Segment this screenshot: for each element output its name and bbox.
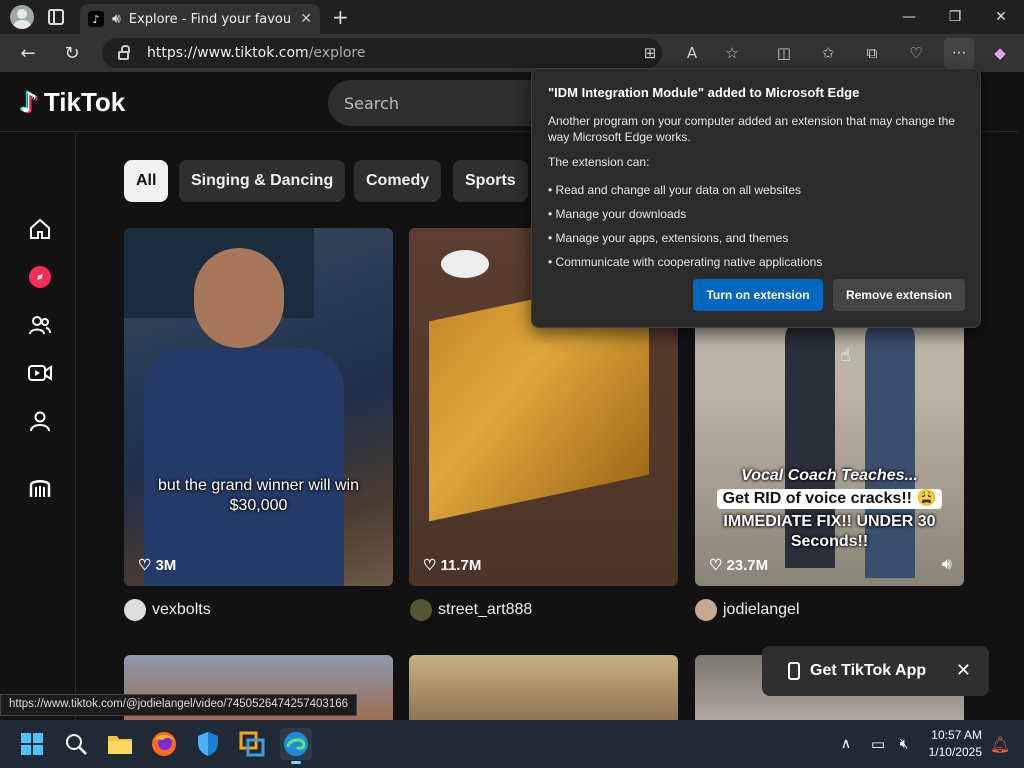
popup-description: Another program on your computer added a… <box>548 114 955 144</box>
restore-icon[interactable]: ❐ <box>932 0 978 34</box>
list-item: • Manage your apps, extensions, and them… <box>548 231 789 245</box>
file-explorer-icon[interactable] <box>104 728 136 760</box>
tab-actions-icon[interactable] <box>48 9 64 25</box>
refresh-icon[interactable]: ↻ <box>56 37 88 69</box>
read-aloud-icon[interactable]: A <box>682 43 702 63</box>
url-text[interactable]: https://www.tiktok.com/explore <box>147 45 365 61</box>
chip-sports[interactable]: Sports <box>453 160 528 202</box>
more-building-icon[interactable] <box>26 473 54 501</box>
following-icon[interactable] <box>26 311 54 339</box>
video-caption: Vocal Coach Teaches... Get RID of voice … <box>695 466 964 552</box>
collections-icon[interactable]: ⧉ <box>862 43 882 63</box>
tiktok-logo[interactable]: ♪ TikTok <box>20 86 125 119</box>
lock-icon[interactable] <box>118 44 130 60</box>
video-author[interactable]: vexbolts <box>124 599 211 621</box>
speaker-icon[interactable]: 🔊︎ <box>112 11 121 27</box>
favorites-icon[interactable]: ✩ <box>818 43 838 63</box>
video-card[interactable]: but the grand winner will win $30,000 ♡ 3… <box>124 228 393 586</box>
settings-more-icon[interactable]: ··· <box>944 38 974 68</box>
active-app-indicator <box>291 761 301 764</box>
clock-date: 1/10/2025 <box>928 745 982 759</box>
browser-essentials-icon[interactable]: ♡ <box>906 43 926 63</box>
tab-title: Explore - Find your favourite <box>128 11 292 27</box>
tab-explore[interactable]: ♪ 🔊︎ Explore - Find your favourite ✕ <box>80 4 320 34</box>
list-item: • Manage your downloads <box>548 207 687 221</box>
video-person-face <box>194 248 284 348</box>
edge-icon[interactable] <box>280 728 312 764</box>
chip-all[interactable]: All <box>124 160 169 202</box>
copilot-icon[interactable]: ◆ <box>990 43 1010 63</box>
status-url-bar: https://www.tiktok.com/@jodielangel/vide… <box>0 694 358 716</box>
turn-on-extension-button[interactable]: Turn on extension <box>693 279 823 311</box>
address-bar[interactable]: https://www.tiktok.com/explore <box>102 38 662 68</box>
vmware-icon[interactable] <box>236 728 268 760</box>
view-count: ♡ 11.7M <box>423 556 482 575</box>
chevron-up-icon[interactable]: ∧ <box>830 728 862 760</box>
logo-text: TikTok <box>43 87 126 117</box>
search-placeholder: Search <box>344 93 399 113</box>
view-count: ♡ 23.7M <box>709 556 769 575</box>
list-item: • Communicate with cooperating native ap… <box>548 255 823 269</box>
firefox-icon[interactable] <box>148 728 180 760</box>
clock-time: 10:57 AM <box>931 728 982 742</box>
windows-taskbar: ∧ ▭ 🔇︎ 10:57 AM 1/10/2025 🔔︎ <box>0 720 1024 768</box>
app-available-icon[interactable]: ⊞ <box>640 43 660 63</box>
volume-muted-icon[interactable]: 🔇︎ <box>888 728 920 760</box>
close-window-icon[interactable]: ✕ <box>978 0 1024 34</box>
tiktok-sidebar <box>0 133 76 720</box>
popup-subheading: The extension can: <box>548 155 650 169</box>
heart-icon: ♡ <box>709 557 723 574</box>
video-plate <box>441 250 489 278</box>
popup-title: "IDM Integration Module" added to Micros… <box>548 85 860 100</box>
hand-cursor-icon: ☝ <box>840 345 851 366</box>
video-author[interactable]: jodielangel <box>695 599 800 621</box>
phone-icon <box>788 662 800 680</box>
get-tiktok-app-banner[interactable]: Get TikTok App ✕ <box>762 646 989 696</box>
favorite-star-icon[interactable]: ☆ <box>722 43 742 63</box>
video-author[interactable]: street_art888 <box>410 599 532 621</box>
permissions-list: • Read and change all your data on all w… <box>548 178 964 274</box>
video-caption: but the grand winner will win $30,000 <box>158 477 359 514</box>
list-item: • Read and change all your data on all w… <box>548 183 802 197</box>
video-person-suit <box>144 348 344 586</box>
video-card[interactable] <box>409 655 678 720</box>
avatar <box>695 599 717 621</box>
remove-extension-button[interactable]: Remove extension <box>833 279 965 311</box>
windows-security-icon[interactable] <box>192 728 224 760</box>
heart-icon: ♡ <box>423 557 437 574</box>
avatar <box>410 599 432 621</box>
close-icon[interactable]: ✕ <box>956 660 971 681</box>
split-screen-icon[interactable]: ◫ <box>774 43 794 63</box>
profile-icon[interactable] <box>26 407 54 435</box>
home-icon[interactable] <box>26 215 54 243</box>
new-tab-icon[interactable]: + <box>332 5 349 29</box>
heart-icon: ♡ <box>138 557 152 574</box>
avatar <box>124 599 146 621</box>
chip-comedy[interactable]: Comedy <box>354 160 442 202</box>
tiktok-note-icon: ♪ <box>20 86 38 119</box>
notification-bell-icon[interactable]: 🔔︎ <box>984 728 1016 760</box>
sound-icon[interactable]: 🔊︎ <box>942 554 952 574</box>
tab-close-icon[interactable]: ✕ <box>300 11 312 27</box>
chip-singing-dancing[interactable]: Singing & Dancing <box>179 160 346 202</box>
back-arrow-icon[interactable]: ← <box>12 37 44 69</box>
profile-avatar-icon[interactable] <box>10 5 34 29</box>
tiktok-favicon-icon: ♪ <box>88 11 104 27</box>
address-toolbar: ← ↻ https://www.tiktok.com/explore ⊞ A ☆… <box>0 34 1024 72</box>
windows-start-icon[interactable] <box>16 728 48 760</box>
minimize-icon[interactable]: — <box>886 0 932 34</box>
extension-popup: "IDM Integration Module" added to Micros… <box>531 68 981 328</box>
explore-compass-icon[interactable] <box>26 263 54 291</box>
search-icon[interactable] <box>60 728 92 760</box>
get-app-label: Get TikTok App <box>810 662 927 679</box>
browser-tab-bar: ♪ 🔊︎ Explore - Find your favourite ✕ + —… <box>0 0 1024 34</box>
view-count: ♡ 3M <box>138 556 177 575</box>
taskbar-clock[interactable]: 10:57 AM 1/10/2025 <box>918 727 982 761</box>
live-icon[interactable] <box>26 359 54 387</box>
